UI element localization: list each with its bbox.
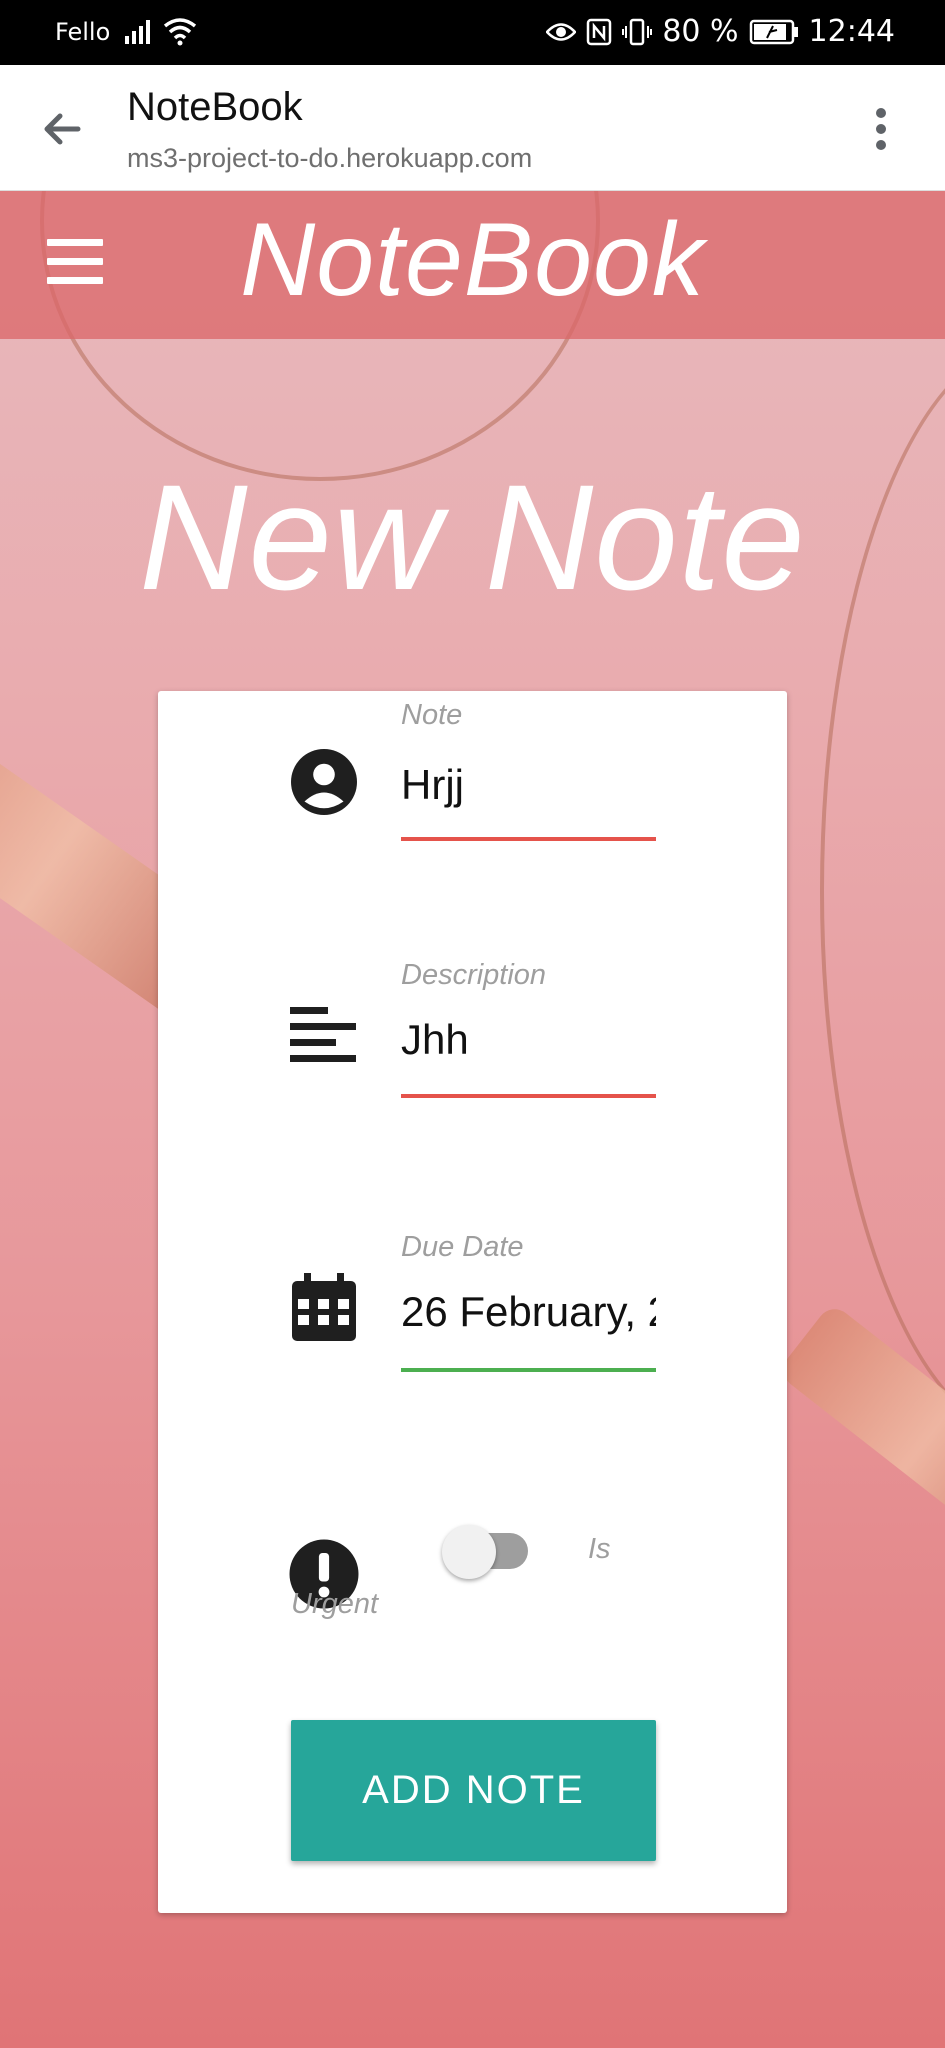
brand-logo[interactable]: NoteBook <box>0 201 945 320</box>
battery-percent: 80 % <box>662 14 739 49</box>
status-bar: Fello 80 % 12:44 <box>0 0 945 65</box>
browser-toolbar: NoteBook ms3-project-to-do.herokuapp.com <box>0 65 945 191</box>
urgent-label-part2: Urgent <box>291 1588 379 1620</box>
due-date-underline <box>401 1368 656 1372</box>
app-navbar: NoteBook <box>0 191 945 339</box>
signal-icon <box>125 20 150 44</box>
new-note-form-card: Note Hrjj Description Jhh Due Date 26 Fe… <box>158 691 787 1913</box>
page-heading: New Note <box>139 453 806 621</box>
back-arrow-icon[interactable] <box>38 105 86 153</box>
battery-icon <box>749 19 798 44</box>
wifi-icon <box>163 18 197 46</box>
urgent-toggle-knob[interactable] <box>442 1525 496 1579</box>
status-right: 80 % 12:44 <box>546 14 895 49</box>
description-underline <box>401 1094 656 1098</box>
due-date-input[interactable]: 26 February, 2 <box>401 1288 656 1336</box>
calendar-icon <box>292 1273 356 1341</box>
note-input[interactable]: Hrjj <box>401 761 656 809</box>
browser-page-title: NoteBook <box>127 85 303 129</box>
urgent-label-part1: Is <box>588 1533 611 1565</box>
account-circle-icon <box>291 749 357 815</box>
page-background: NoteBook New Note Note Hrjj Description <box>0 191 945 2048</box>
description-input[interactable]: Jhh <box>401 1016 656 1064</box>
vibrate-icon <box>622 18 653 45</box>
subject-icon <box>290 1007 356 1062</box>
more-vert-icon[interactable] <box>875 105 887 153</box>
note-underline <box>401 837 656 841</box>
description-label: Description <box>401 959 547 991</box>
add-note-button[interactable]: ADD NOTE <box>291 1720 656 1861</box>
carrier-label: Fello <box>55 18 111 46</box>
browser-url[interactable]: ms3-project-to-do.herokuapp.com <box>127 143 532 174</box>
nfc-icon <box>587 18 612 45</box>
note-label: Note <box>401 699 463 731</box>
clock: 12:44 <box>808 14 895 49</box>
due-date-label: Due Date <box>401 1231 524 1263</box>
eye-icon <box>546 22 577 41</box>
